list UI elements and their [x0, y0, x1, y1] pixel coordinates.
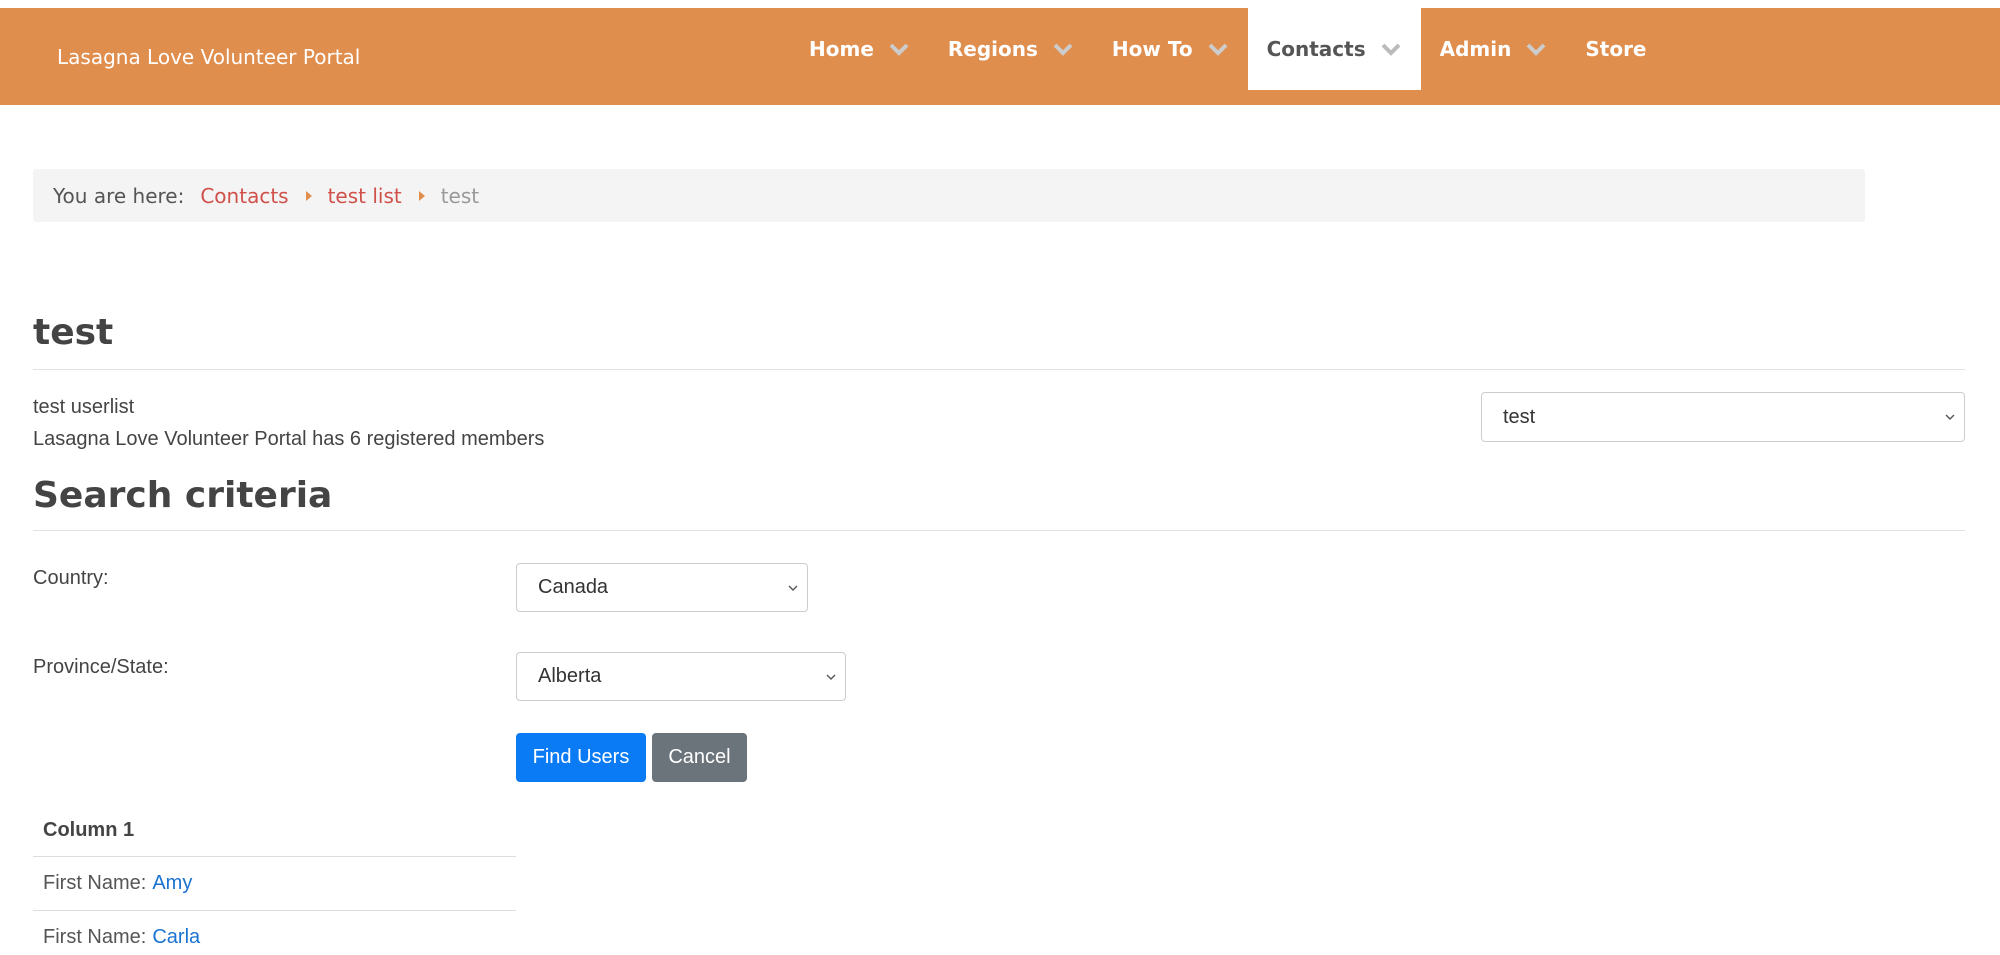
- breadcrumb-current: test: [440, 183, 480, 208]
- chevron-down-icon[interactable]: [1525, 42, 1547, 56]
- user-link[interactable]: Amy: [152, 872, 192, 895]
- divider: [33, 369, 1965, 370]
- table-row: First Name: Carla: [33, 911, 516, 955]
- page-title: test: [33, 312, 114, 353]
- breadcrumb-prefix: You are here:: [53, 183, 185, 208]
- userlist-select[interactable]: test: [1481, 392, 1965, 442]
- breadcrumb-link-test-list[interactable]: test list: [328, 184, 402, 208]
- nav-item-label: Regions: [947, 37, 1038, 61]
- list-description: test userlist: [33, 396, 135, 418]
- find-users-button[interactable]: Find Users: [516, 733, 646, 782]
- nav-item-label: Contacts: [1266, 37, 1366, 61]
- nav-item-label: Home: [809, 37, 874, 61]
- breadcrumb-separator-icon: [305, 190, 312, 201]
- breadcrumb-link-contacts[interactable]: Contacts: [200, 184, 288, 208]
- search-criteria-heading: Search criteria: [33, 475, 333, 516]
- breadcrumb-separator-icon: [418, 190, 425, 201]
- chevron-down-icon: [1945, 414, 1955, 420]
- nav-item-home[interactable]: Home: [790, 8, 929, 90]
- member-count-text: Lasagna Love Volunteer Portal has 6 regi…: [33, 428, 545, 450]
- top-strip: [0, 0, 2000, 8]
- column-header: Column 1: [33, 804, 516, 857]
- nav-item-admin[interactable]: Admin: [1421, 8, 1567, 90]
- nav-item-regions[interactable]: Regions: [929, 8, 1093, 90]
- main-nav: Home Regions How To Contacts Admin Store: [790, 8, 1666, 90]
- chevron-down-icon: [788, 585, 798, 591]
- chevron-down-icon: [826, 674, 836, 680]
- userlist-select-value: test: [1503, 405, 1536, 428]
- user-link[interactable]: Carla: [152, 926, 200, 949]
- brand-title[interactable]: Lasagna Love Volunteer Portal: [57, 45, 360, 69]
- nav-item-store[interactable]: Store: [1566, 8, 1665, 90]
- table-row: First Name: Amy: [33, 857, 516, 911]
- first-name-label: First Name:: [43, 872, 147, 894]
- country-select[interactable]: Canada: [516, 563, 808, 612]
- nav-item-label: How To: [1111, 37, 1193, 61]
- nav-item-label: Admin: [1439, 37, 1512, 61]
- chevron-down-icon[interactable]: [888, 42, 910, 56]
- province-select-value: Alberta: [538, 665, 602, 687]
- divider: [33, 530, 1965, 531]
- nav-item-how-to[interactable]: How To: [1093, 8, 1248, 90]
- first-name-label: First Name:: [43, 926, 147, 948]
- chevron-down-icon[interactable]: [1207, 42, 1229, 56]
- country-label: Country:: [33, 567, 109, 589]
- nav-item-contacts[interactable]: Contacts: [1247, 8, 1421, 90]
- cancel-button[interactable]: Cancel: [652, 733, 747, 782]
- breadcrumb: You are here: Contacts test list test: [33, 169, 1865, 222]
- nav-item-label: Store: [1585, 37, 1647, 61]
- navbar: Lasagna Love Volunteer Portal Home Regio…: [0, 8, 2000, 105]
- chevron-down-icon[interactable]: [1052, 42, 1074, 56]
- province-select[interactable]: Alberta: [516, 652, 846, 701]
- country-select-value: Canada: [538, 576, 609, 598]
- chevron-down-icon[interactable]: [1380, 42, 1402, 56]
- results-table: Column 1 First Name: Amy First Name: Car…: [33, 804, 516, 955]
- province-label: Province/State:: [33, 656, 169, 678]
